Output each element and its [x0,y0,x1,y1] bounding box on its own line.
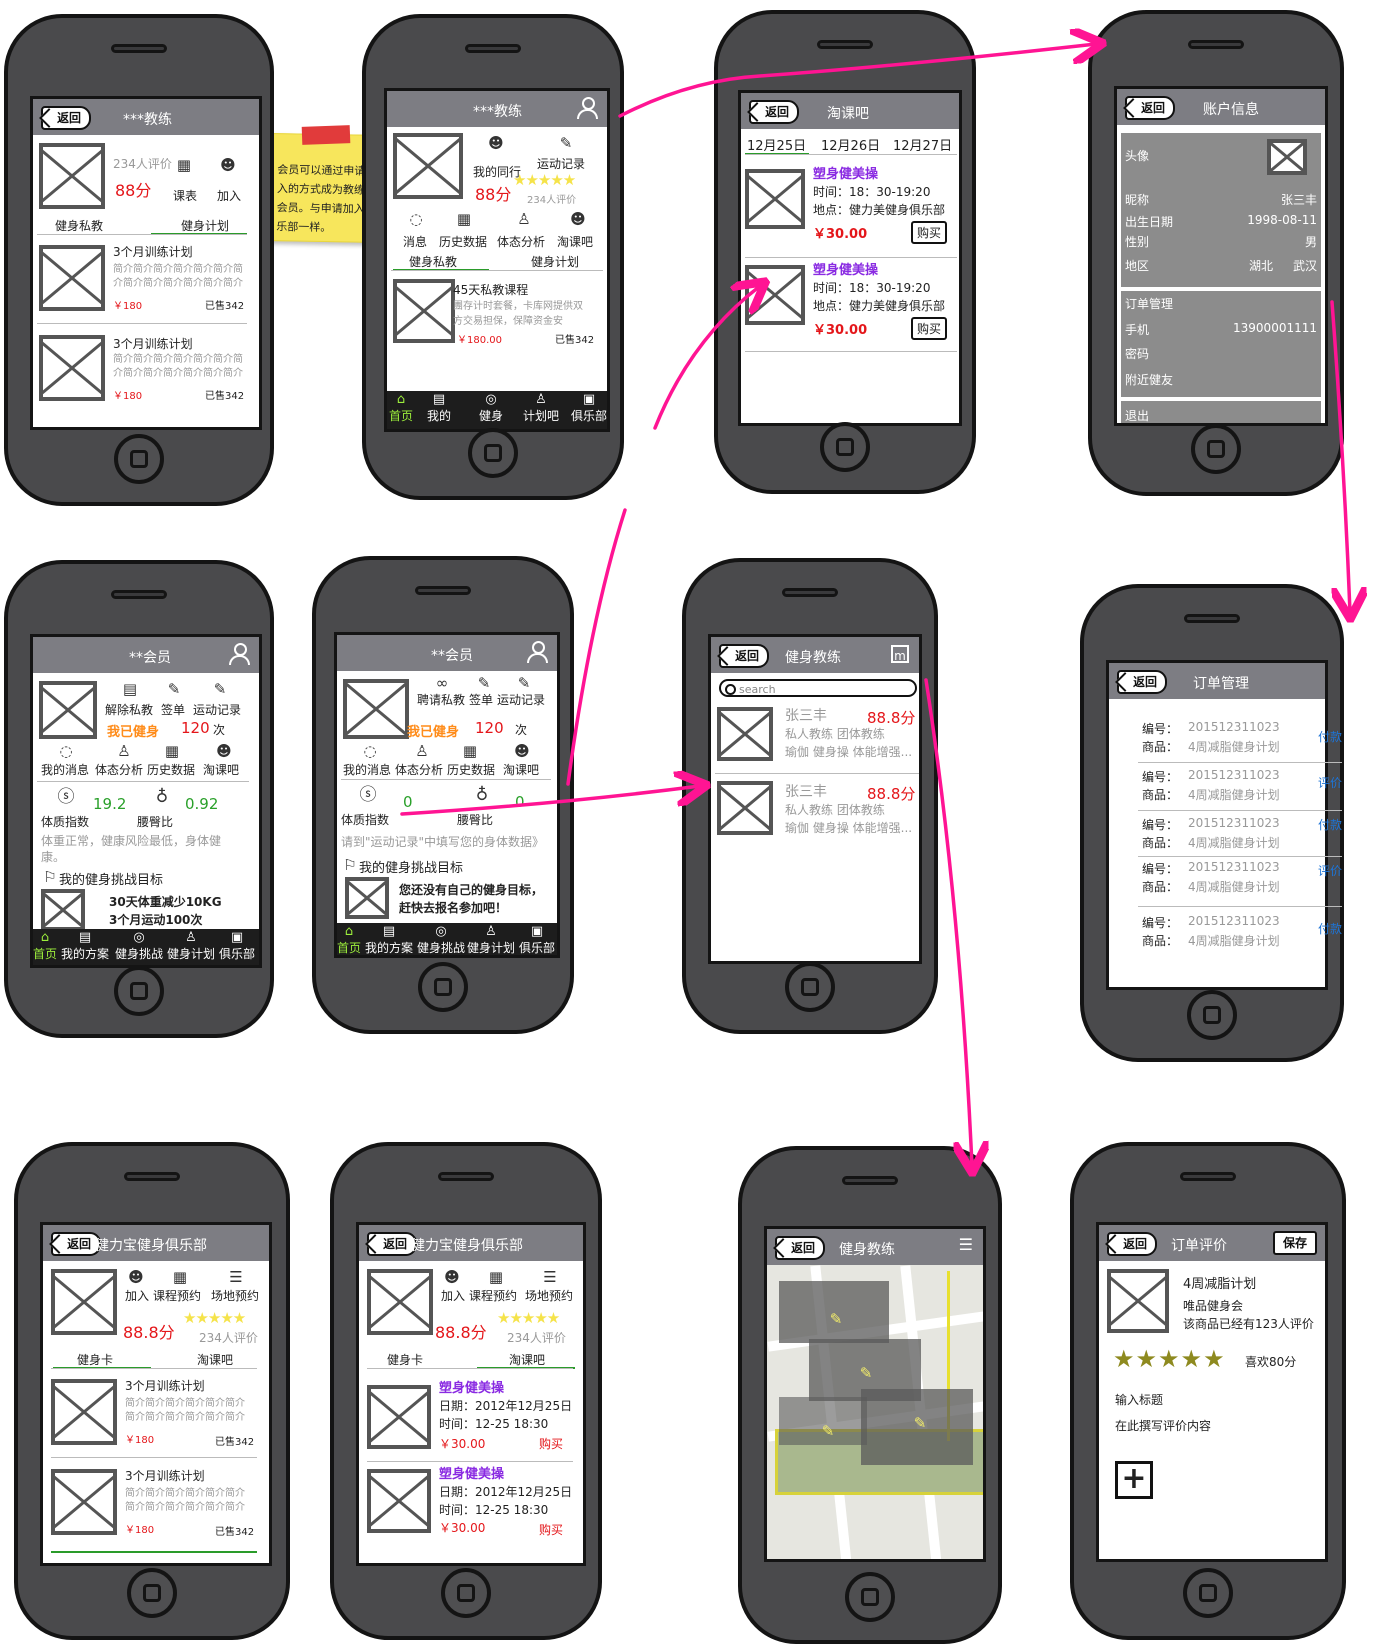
arrow-orders-to-ordermgmt [1330,300,1350,612]
arrow-coach-to-market [653,286,760,430]
arrow-message-to-coachlist [400,786,700,816]
arrow-coach-to-courses [618,44,1096,118]
arrow-coachlist-to-map [924,678,972,1166]
flow-arrows [400,0,1390,1648]
arrow-member-to-market [566,508,627,786]
